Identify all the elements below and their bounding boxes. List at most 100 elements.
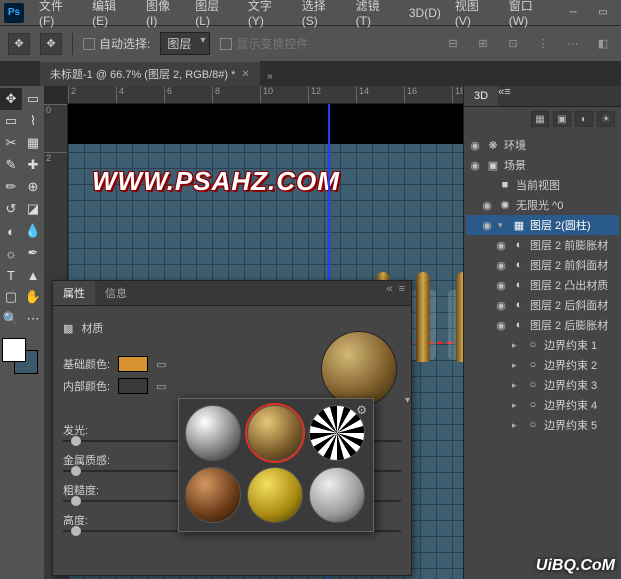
- visibility-icon[interactable]: ◉: [468, 159, 482, 172]
- pen-tool-icon[interactable]: ✒: [22, 242, 44, 264]
- expand-icon[interactable]: ▸: [512, 360, 522, 371]
- tree-scene[interactable]: 场景: [504, 157, 526, 173]
- tree-constraint[interactable]: 边界约束 5: [544, 417, 597, 433]
- tree-infinite-light[interactable]: 无限光 ^0: [516, 197, 563, 213]
- material-swatch[interactable]: [309, 467, 365, 523]
- visibility-icon[interactable]: ◉: [494, 319, 508, 332]
- menu-3d[interactable]: 3D(D): [402, 6, 448, 20]
- expand-icon[interactable]: ▾: [498, 220, 508, 231]
- close-tab-icon[interactable]: ✕: [241, 69, 249, 80]
- menu-window[interactable]: 窗口(W): [502, 0, 559, 28]
- tree-material[interactable]: 图层 2 凸出材质: [530, 277, 608, 293]
- expand-icon[interactable]: ▸: [512, 340, 522, 351]
- menu-view[interactable]: 视图(V): [448, 0, 502, 28]
- type-tool-icon[interactable]: T: [0, 264, 22, 286]
- tree-constraint[interactable]: 边界约束 2: [544, 357, 597, 373]
- tree-material[interactable]: 图层 2 前斜面材: [530, 257, 608, 273]
- expand-icon[interactable]: ▸: [512, 400, 522, 411]
- blur-tool-icon[interactable]: 💧: [22, 220, 44, 242]
- tree-environment[interactable]: 环境: [504, 137, 526, 153]
- material-preview-sphere[interactable]: [321, 331, 397, 407]
- distribute-icon[interactable]: ⋮: [533, 35, 553, 53]
- tree-current-view[interactable]: 当前视图: [516, 177, 560, 193]
- base-color-swatch[interactable]: [118, 356, 148, 372]
- tree-constraint[interactable]: 边界约束 1: [544, 337, 597, 353]
- visibility-icon[interactable]: ◉: [494, 259, 508, 272]
- artboard-tool-icon[interactable]: ▭: [22, 88, 44, 110]
- auto-select-toggle[interactable]: 自动选择:: [83, 35, 150, 52]
- lasso-tool-icon[interactable]: ⌇: [22, 110, 44, 132]
- tree-material[interactable]: 图层 2 后膨胀材: [530, 317, 608, 333]
- visibility-icon[interactable]: ◉: [494, 299, 508, 312]
- minimize-button[interactable]: ─: [559, 3, 587, 23]
- maximize-button[interactable]: ▭: [589, 3, 617, 23]
- visibility-icon[interactable]: ◉: [468, 139, 482, 152]
- panel-menu-icon[interactable]: ≡: [504, 86, 510, 98]
- picker-settings-icon[interactable]: ⚙: [356, 403, 367, 417]
- menu-file[interactable]: 文件(F): [32, 0, 85, 28]
- history-brush-icon[interactable]: ↺: [0, 198, 22, 220]
- zoom-tool-icon[interactable]: 🔍: [0, 308, 22, 330]
- filter-scene-icon[interactable]: ▦: [531, 111, 549, 127]
- inner-color-swatch[interactable]: [118, 378, 148, 394]
- tree-constraint[interactable]: 边界约束 3: [544, 377, 597, 393]
- move-tool-icon[interactable]: ✥: [0, 88, 22, 110]
- tree-material[interactable]: 图层 2 后斜面材: [530, 297, 608, 313]
- menu-edit[interactable]: 编辑(E): [85, 0, 139, 28]
- healing-tool-icon[interactable]: ✚: [22, 154, 44, 176]
- collapse-icon[interactable]: «: [386, 283, 392, 303]
- eraser-tool-icon[interactable]: ◪: [22, 198, 44, 220]
- color-link-icon[interactable]: ▭: [156, 380, 166, 393]
- tree-material[interactable]: 图层 2 前膨胀材: [530, 237, 608, 253]
- menu-image[interactable]: 图像(I): [139, 0, 188, 28]
- show-transform-toggle[interactable]: 显示变换控件: [220, 35, 308, 52]
- tab-overflow-icon[interactable]: »: [260, 71, 280, 86]
- tab-info[interactable]: 信息: [95, 281, 137, 305]
- menu-filter[interactable]: 滤镜(T): [349, 0, 402, 28]
- menu-select[interactable]: 选择(S): [295, 0, 349, 28]
- more-options-icon[interactable]: ⋯: [563, 35, 583, 53]
- path-select-icon[interactable]: ▲: [22, 264, 44, 286]
- frame-tool-icon[interactable]: ▦: [22, 132, 44, 154]
- visibility-icon[interactable]: ◉: [480, 219, 494, 232]
- crop-tool-icon[interactable]: ✂: [0, 132, 22, 154]
- stamp-tool-icon[interactable]: ⊕: [22, 176, 44, 198]
- tab-3d[interactable]: 3D: [464, 86, 498, 106]
- expand-icon[interactable]: ▸: [512, 380, 522, 391]
- visibility-icon[interactable]: ◉: [494, 239, 508, 252]
- tree-constraint[interactable]: 边界约束 4: [544, 397, 597, 413]
- edit-toolbar-icon[interactable]: ⋯: [22, 308, 44, 330]
- align-icon-3[interactable]: ⊡: [503, 35, 523, 53]
- filter-material-icon[interactable]: ◐: [575, 111, 593, 127]
- rectangle-tool-icon[interactable]: ▢: [0, 286, 22, 308]
- eyedropper-tool-icon[interactable]: ✎: [0, 154, 22, 176]
- gradient-tool-icon[interactable]: ◐: [0, 220, 22, 242]
- filter-mesh-icon[interactable]: ▣: [553, 111, 571, 127]
- foreground-color[interactable]: [2, 338, 26, 362]
- tree-layer2[interactable]: 图层 2(圆柱): [530, 217, 591, 233]
- align-icon[interactable]: ⊟: [443, 35, 463, 53]
- align-icon-2[interactable]: ⊞: [473, 35, 493, 53]
- material-swatch[interactable]: [185, 467, 241, 523]
- material-swatch[interactable]: [247, 467, 303, 523]
- visibility-icon[interactable]: ◉: [494, 279, 508, 292]
- 3d-mode-icon[interactable]: ◧: [593, 35, 613, 53]
- color-swatches[interactable]: [0, 336, 40, 376]
- expand-icon[interactable]: ▸: [512, 420, 522, 431]
- visibility-icon[interactable]: ◉: [480, 199, 494, 212]
- tool-preset-icon[interactable]: ✥: [8, 33, 30, 55]
- 3d-cylinder[interactable]: [416, 272, 430, 362]
- auto-select-dropdown[interactable]: 图层: [160, 32, 210, 55]
- menu-type[interactable]: 文字(Y): [241, 0, 295, 28]
- dodge-tool-icon[interactable]: ☼: [0, 242, 22, 264]
- material-swatch[interactable]: [185, 405, 241, 461]
- panel-menu-icon[interactable]: ≡: [399, 283, 405, 303]
- filter-light-icon[interactable]: ☀: [597, 111, 615, 127]
- tab-properties[interactable]: 属性: [53, 281, 95, 305]
- marquee-tool-icon[interactable]: ▭: [0, 110, 22, 132]
- hand-tool-icon[interactable]: ✋: [22, 286, 44, 308]
- brush-tool-icon[interactable]: ✏: [0, 176, 22, 198]
- color-link-icon[interactable]: ▭: [156, 358, 166, 371]
- material-swatch-selected[interactable]: [247, 405, 303, 461]
- document-tab[interactable]: 未标题-1 @ 66.7% (图层 2, RGB/8#) * ✕: [40, 61, 260, 86]
